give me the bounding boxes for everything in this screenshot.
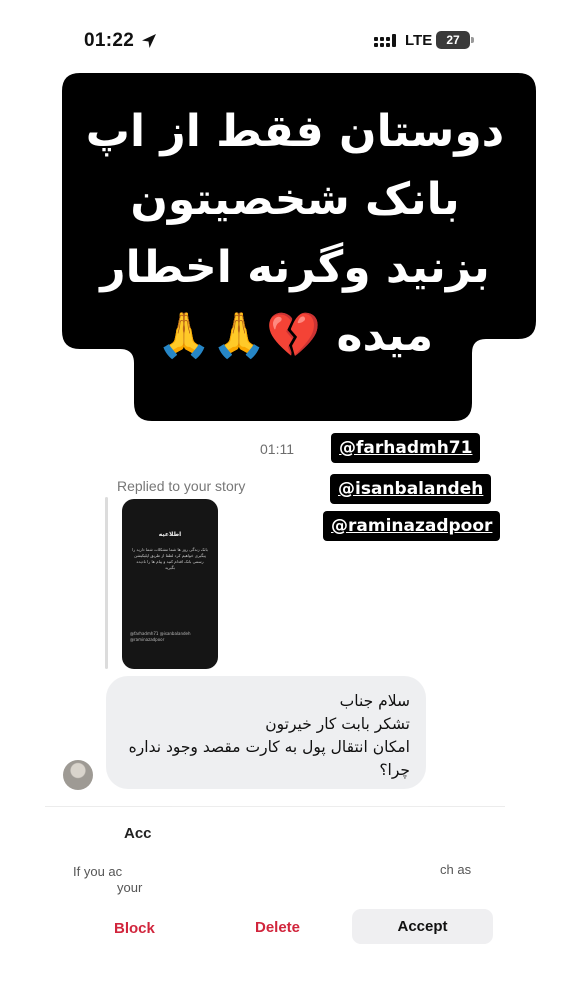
message-timestamp: 01:11 — [260, 441, 294, 457]
mention-tag[interactable]: @raminazadpoor — [323, 511, 501, 541]
battery-cap — [471, 37, 474, 43]
story-thumbnail[interactable]: اطلاعیه بانک زندگی روز ها شما مشکلات شما… — [122, 499, 218, 669]
message-line: تشکر بابت کار خیرتون — [265, 715, 410, 733]
request-info-tail: ch as — [440, 862, 472, 877]
message-line: سلام جناب — [339, 692, 410, 710]
mention-tag[interactable]: @farhadmh71 — [331, 433, 481, 463]
headline-text: دوستان فقط از اپ بانک شخصیتون بزنید وگرن… — [60, 98, 530, 370]
block-button[interactable]: Block — [114, 920, 155, 937]
reply-indicator-bar — [105, 497, 108, 669]
signal-icon — [374, 34, 396, 47]
message-line: چرا؟ — [379, 761, 410, 779]
replied-label: Replied to your story — [117, 478, 246, 494]
carrier-label: LTE — [405, 32, 433, 49]
mention-tag[interactable]: @isanbalandeh — [330, 474, 492, 504]
message-text: سلام جناب تشکر بابت کار خیرتون امکان انت… — [129, 690, 410, 782]
status-bar: 01:22 LTE 27 — [0, 0, 563, 80]
redaction-smudge — [165, 858, 435, 898]
headline-line: بزنید وگرنه اخطار — [100, 242, 490, 293]
battery-icon: 27 — [436, 31, 470, 49]
headline-line: دوستان فقط از اپ — [85, 106, 505, 157]
story-title: اطلاعیه — [158, 531, 182, 538]
panel-divider — [45, 806, 505, 807]
status-time: 01:22 — [84, 30, 135, 51]
request-heading: Acc — [124, 825, 152, 842]
message-line: امکان انتقال پول به کارت مقصد وجود نداره — [128, 738, 410, 756]
location-arrow-icon — [142, 34, 156, 48]
story-body: بانک زندگی روز ها شما مشکلات شما دارید ر… — [132, 547, 208, 570]
redaction-smudge — [170, 812, 430, 852]
delete-button[interactable]: Delete — [255, 919, 300, 936]
avatar[interactable] — [63, 760, 93, 790]
accept-button[interactable]: Accept — [352, 909, 493, 944]
headline-line: بانک شخصیتون — [130, 174, 460, 225]
request-info-line: If you ac — [73, 864, 123, 879]
message-bubble[interactable]: سلام جناب تشکر بابت کار خیرتون امکان انت… — [106, 676, 426, 789]
story-tags: @farhadmh71 @isanbalandeh @raminazadpoor — [130, 631, 191, 642]
request-info-line: your — [117, 880, 143, 895]
headline-line: میده 💔🙏🙏 — [156, 310, 434, 361]
